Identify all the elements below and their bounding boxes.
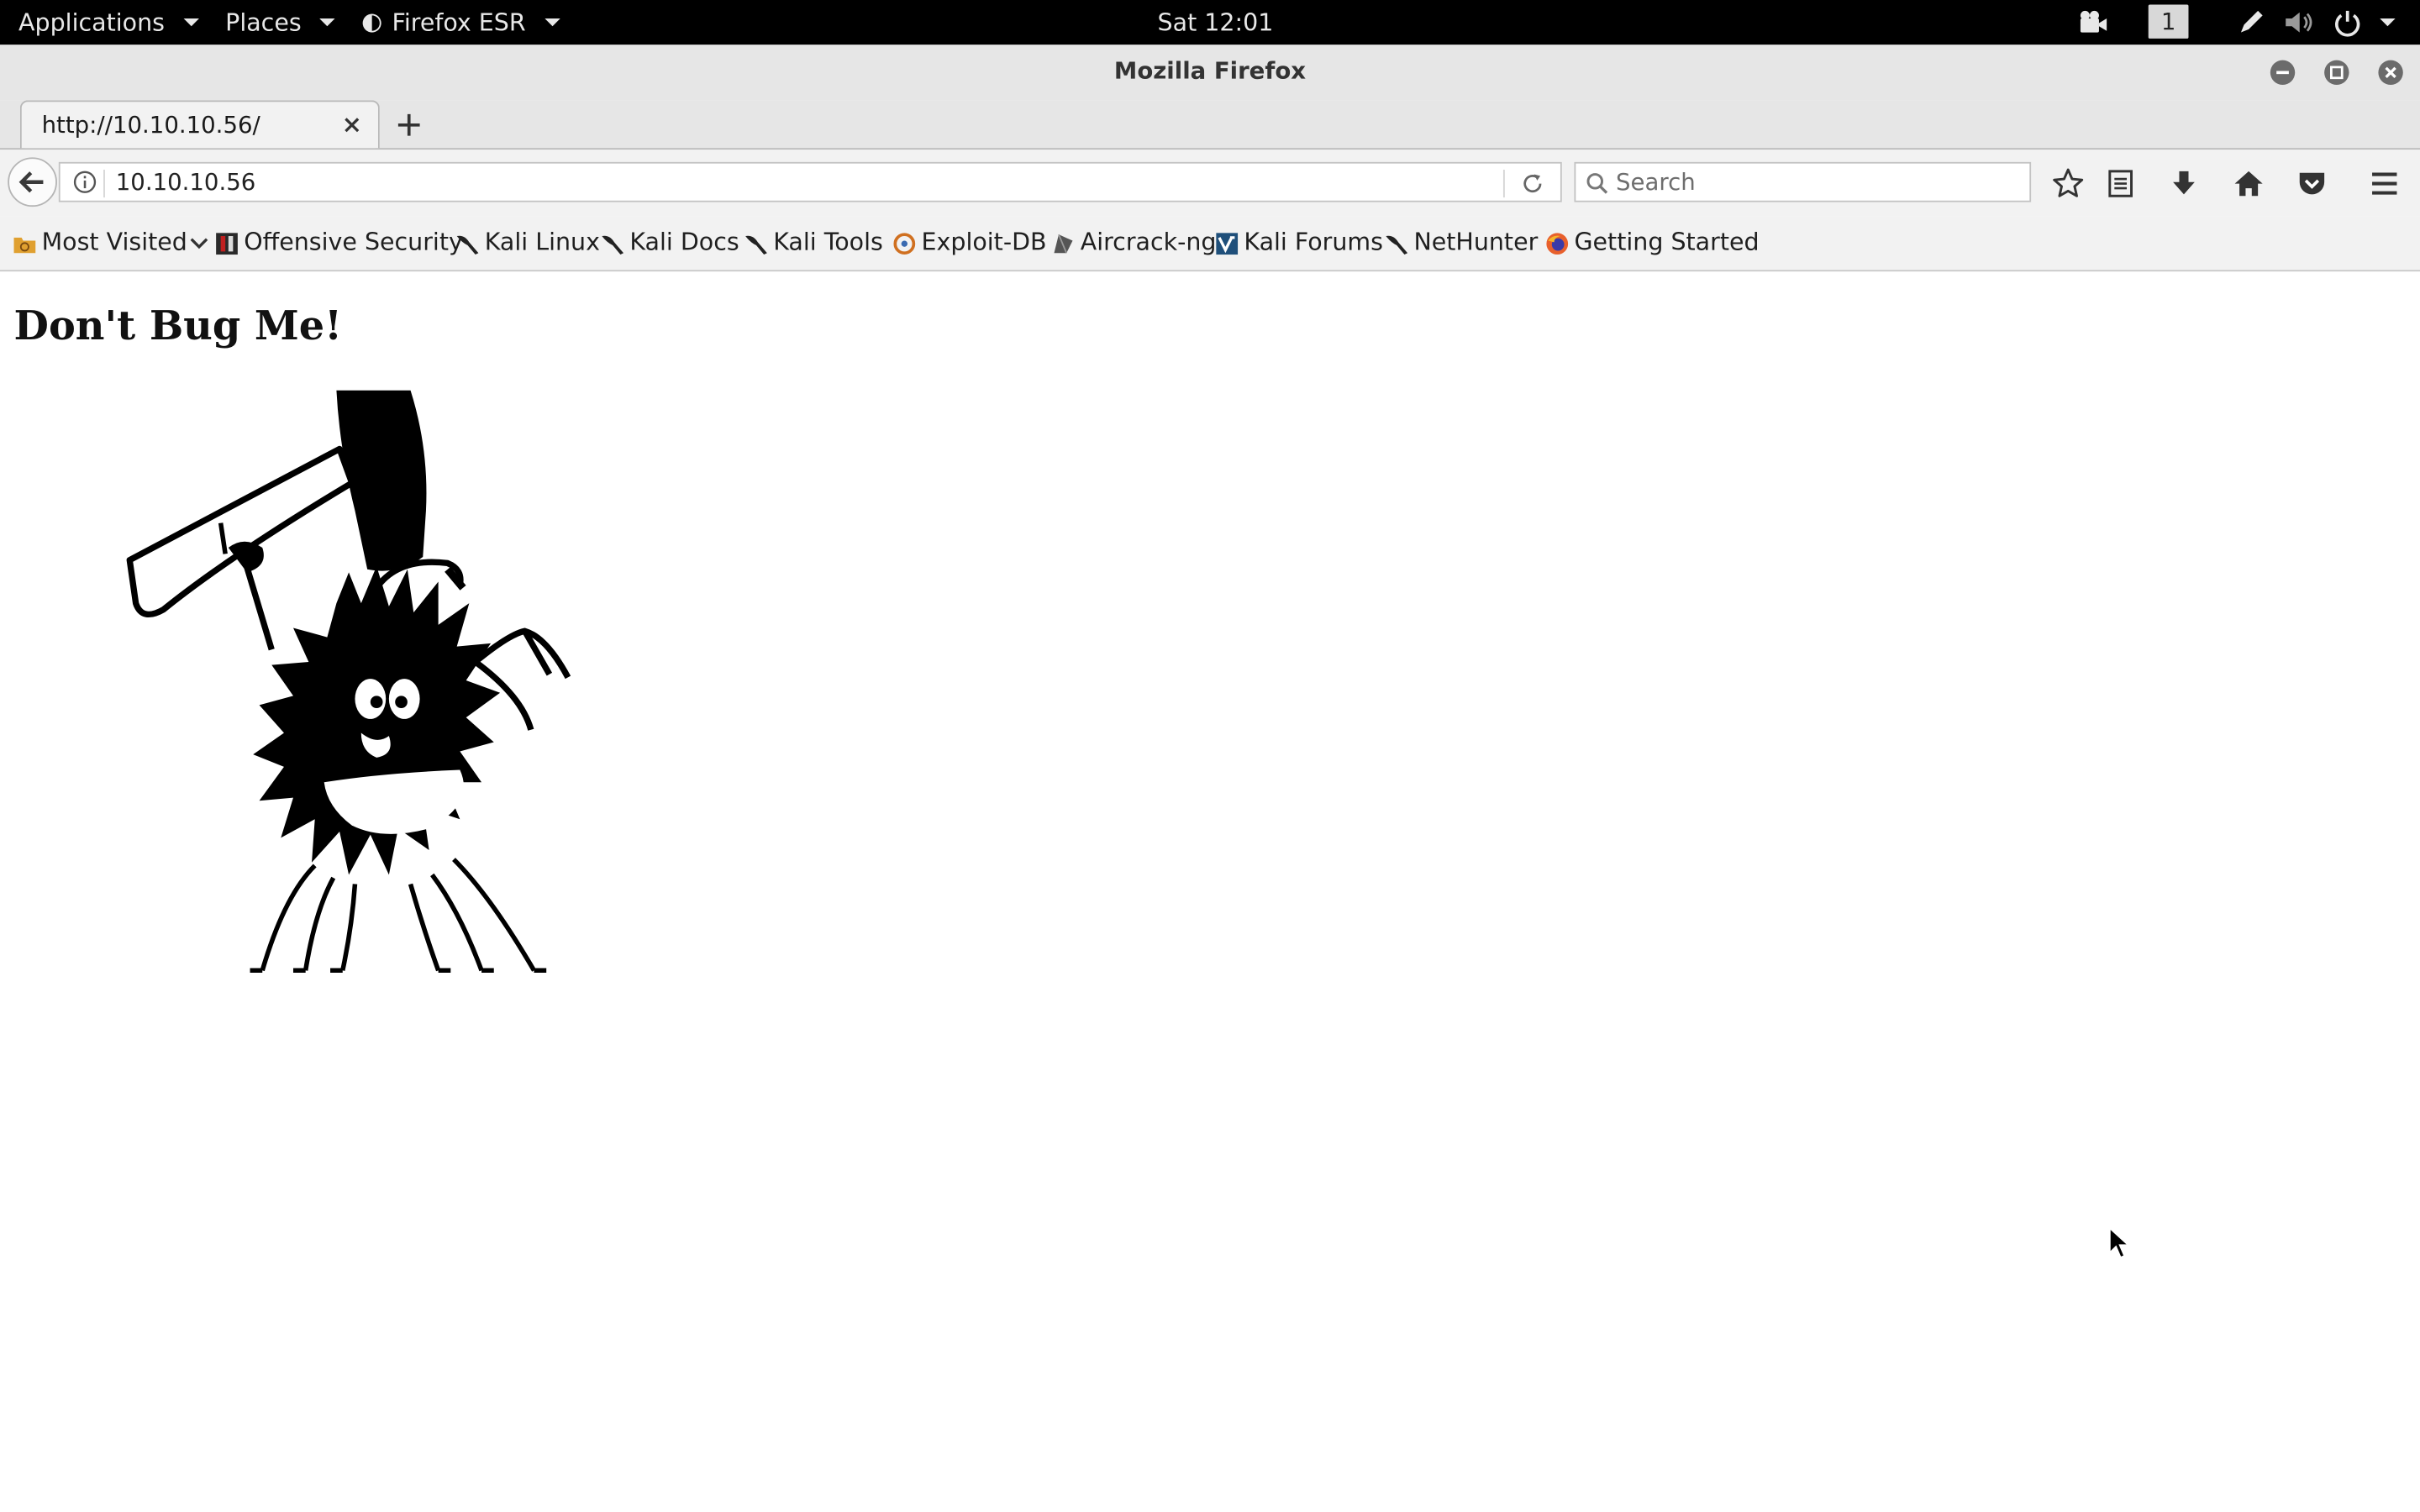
chevron-down-icon: [544, 18, 560, 27]
firefox-icon: [1546, 232, 1569, 255]
applications-menu-label: Applications: [18, 8, 165, 37]
chevron-down-icon: [191, 237, 208, 249]
mouse-cursor-icon: [2108, 1226, 2130, 1259]
bug-cartoon-image: [126, 390, 571, 974]
folder-icon: [13, 236, 36, 253]
bookmark-kali-docs[interactable]: Kali Docs: [600, 216, 739, 270]
minimize-icon: [2276, 71, 2289, 75]
bookmark-label: Aircrack-ng: [1080, 228, 1217, 256]
page-heading: Don't Bug Me!: [13, 303, 343, 350]
chevron-down-icon: [182, 18, 199, 27]
workspace-indicator[interactable]: 1: [2148, 4, 2189, 39]
tab-active[interactable]: http://10.10.10.56/: [19, 100, 380, 149]
video-camera-icon[interactable]: [2077, 9, 2108, 35]
exploit-db-icon: [893, 232, 916, 255]
app-menu-label: Firefox ESR: [392, 8, 526, 37]
bookmark-label: Getting Started: [1574, 228, 1760, 256]
maximize-icon: [2330, 66, 2344, 80]
bookmark-star-icon[interactable]: [2051, 166, 2085, 200]
maximize-button[interactable]: [2324, 60, 2349, 86]
page-content: Don't Bug Me!: [0, 271, 2420, 1512]
places-menu-label: Places: [225, 8, 302, 37]
close-icon: [2385, 66, 2396, 79]
bookmark-getting-started[interactable]: Getting Started: [1545, 216, 1760, 270]
bookmark-label: Most Visited: [41, 228, 187, 256]
download-icon[interactable]: [2167, 166, 2201, 200]
window-titlebar[interactable]: Mozilla Firefox: [0, 45, 2420, 101]
bookmark-kali-tools[interactable]: Kali Tools: [744, 216, 883, 270]
volume-icon[interactable]: [2284, 9, 2315, 35]
pocket-icon[interactable]: [2295, 166, 2328, 200]
kali-forums-icon: [1216, 232, 1239, 255]
bookmark-label: Offensive Security: [244, 228, 463, 256]
search-bar[interactable]: Search: [1574, 161, 2032, 202]
bookmark-label: Kali Tools: [773, 228, 883, 256]
screen: Applications Places Firefox ESR Sat 12:0…: [0, 0, 2420, 1512]
bookmarks-menu-icon[interactable]: [2103, 166, 2137, 200]
bookmark-kali-forums[interactable]: Kali Forums: [1215, 216, 1383, 270]
tab-title: http://10.10.10.56/: [41, 111, 260, 139]
bookmark-nethunter[interactable]: NetHunter: [1385, 216, 1539, 270]
back-button[interactable]: [8, 157, 57, 207]
bookmark-aircrack-ng[interactable]: Aircrack-ng: [1051, 216, 1217, 270]
search-icon: [1586, 173, 1608, 194]
bookmark-label: Kali Linux: [484, 228, 600, 256]
close-window-button[interactable]: [2378, 60, 2403, 86]
pen-icon[interactable]: [2238, 8, 2265, 35]
url-separator: [103, 170, 105, 198]
power-icon[interactable]: [2333, 9, 2361, 37]
kali-dragon-icon: [745, 234, 767, 255]
search-placeholder: Search: [1616, 168, 1696, 197]
offsec-icon: [216, 232, 238, 255]
chevron-down-icon[interactable]: [2380, 18, 2396, 27]
bookmark-exploit-db[interactable]: Exploit-DB: [892, 216, 1047, 270]
bookmark-most-visited[interactable]: Most Visited: [13, 216, 209, 270]
kali-dragon-icon: [1386, 234, 1408, 255]
url-text[interactable]: 10.10.10.56: [116, 164, 256, 201]
firefox-app-icon: [362, 13, 381, 32]
gnome-top-bar: Applications Places Firefox ESR Sat 12:0…: [0, 0, 2420, 45]
back-arrow-icon: [18, 171, 44, 193]
bookmarks-toolbar: Most Visited Offensive Security Kali Lin…: [0, 216, 2420, 272]
aircrack-icon: [1054, 233, 1073, 253]
chevron-down-icon: [319, 18, 336, 27]
bookmark-label: Kali Docs: [629, 228, 739, 256]
app-menu[interactable]: Firefox ESR: [361, 0, 560, 45]
url-separator: [1502, 170, 1505, 198]
places-menu[interactable]: Places: [225, 0, 336, 45]
url-bar[interactable]: 10.10.10.56: [58, 161, 1562, 202]
hamburger-menu-icon[interactable]: [2368, 166, 2402, 200]
kali-dragon-icon: [456, 234, 479, 255]
home-icon[interactable]: [2232, 166, 2265, 200]
new-tab-icon[interactable]: [393, 109, 424, 140]
bookmark-kali-linux[interactable]: Kali Linux: [455, 216, 600, 270]
kali-dragon-icon: [602, 234, 624, 255]
reload-icon[interactable]: [1520, 171, 1544, 196]
window-title: Mozilla Firefox: [1113, 56, 1307, 86]
tab-strip: http://10.10.10.56/: [0, 100, 2420, 150]
applications-menu[interactable]: Applications: [18, 0, 199, 45]
bookmark-label: Kali Forums: [1244, 228, 1384, 256]
bookmark-label: NetHunter: [1413, 228, 1539, 256]
clock[interactable]: Sat 12:01: [1158, 0, 1274, 45]
bookmark-label: Exploit-DB: [921, 228, 1047, 256]
minimize-button[interactable]: [2270, 60, 2296, 86]
tab-close-icon[interactable]: [339, 113, 364, 137]
navigation-toolbar: 10.10.10.56 Search: [0, 150, 2420, 217]
clock-label: Sat 12:01: [1157, 8, 1274, 37]
bookmark-offensive-security[interactable]: Offensive Security: [214, 216, 463, 270]
info-icon[interactable]: [72, 170, 97, 194]
